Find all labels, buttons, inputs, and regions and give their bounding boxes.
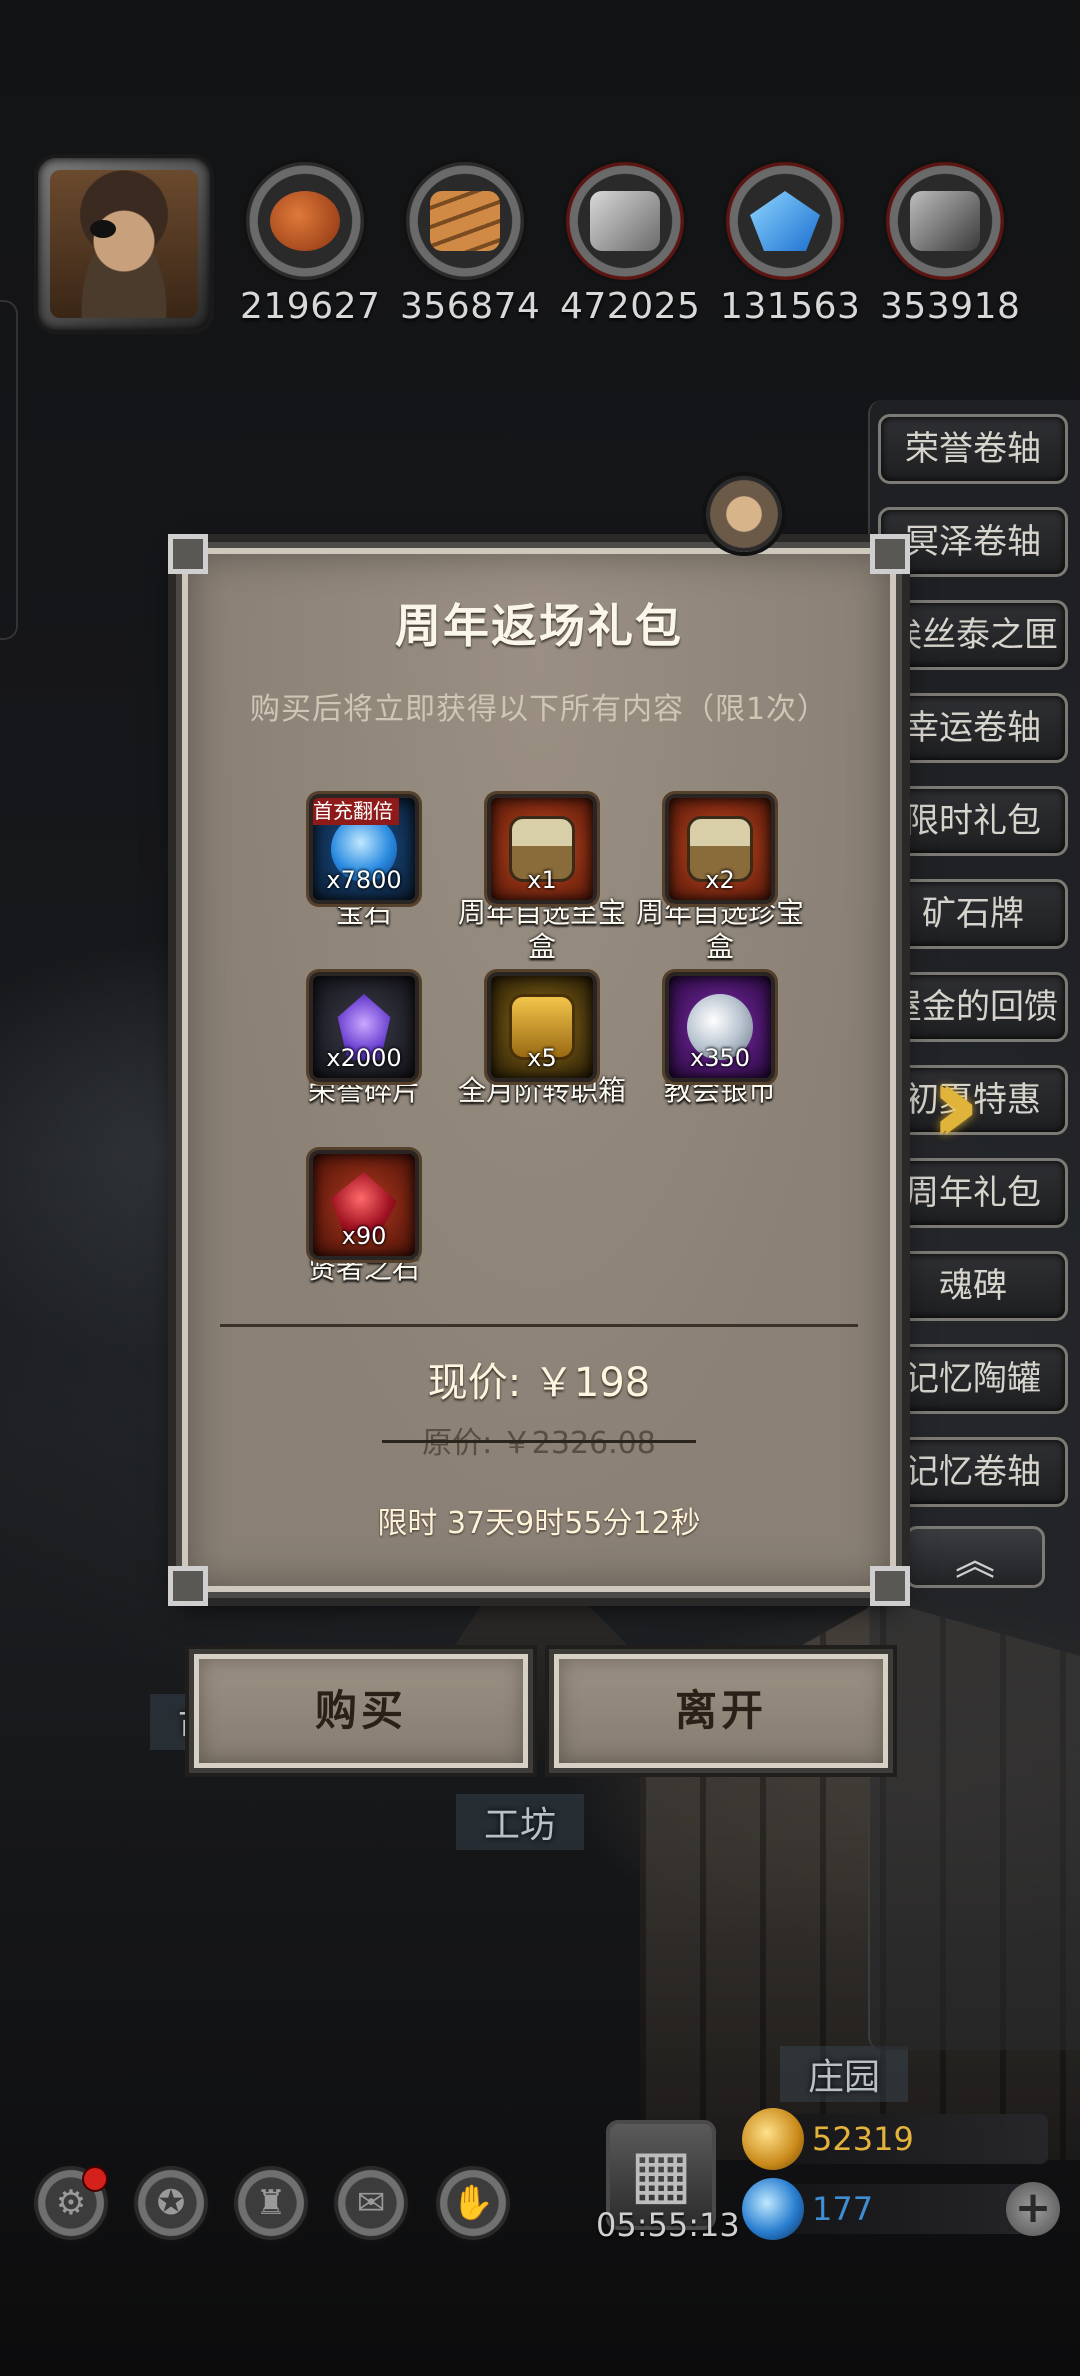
resource-wood[interactable]: 356874: [400, 162, 541, 327]
crystal-icon: [726, 162, 844, 280]
mail-icon[interactable]: ✉: [334, 2166, 408, 2240]
player-avatar[interactable]: [38, 158, 210, 330]
side-item-gold-reward[interactable]: 屋金的回馈: [878, 972, 1068, 1042]
dialog-title: 周年返场礼包: [395, 599, 683, 653]
item-quantity: x7800: [326, 866, 402, 894]
map-label-manor[interactable]: 庄园: [780, 2046, 909, 2102]
side-item-honor-scroll[interactable]: 荣誉卷轴: [878, 414, 1068, 484]
portrait-icon: [50, 170, 198, 318]
gold-counter: 52319: [742, 2108, 1048, 2170]
resource-iron[interactable]: 472025: [560, 162, 701, 327]
side-item-memory-scroll[interactable]: 记忆卷轴: [878, 1437, 1068, 1507]
chevron-up-icon: ︽: [955, 1538, 995, 1584]
side-item-ore-card[interactable]: 矿石牌: [878, 879, 1068, 949]
side-item-lucky-scroll[interactable]: 幸运卷轴: [878, 693, 1068, 763]
notification-dot: [84, 2168, 106, 2190]
wood-planks-icon: [406, 162, 524, 280]
side-item-limited-pack[interactable]: 限时礼包: [878, 786, 1068, 856]
reward-item-gem[interactable]: 首充翻倍 x7800 宝石: [274, 794, 454, 930]
item-name: 周年自选珍宝盒: [635, 896, 804, 963]
frame-corner: [870, 1566, 910, 1606]
item-quantity: x90: [341, 1222, 387, 1250]
frame-corner: [168, 1566, 208, 1606]
original-price: 原价: ￥2326.08: [188, 1418, 890, 1462]
reward-item-class-change-box[interactable]: x5 全月阶转职箱: [452, 972, 632, 1108]
reward-item-honor-shard[interactable]: x2000 荣誉碎片: [274, 972, 454, 1108]
item-name: 周年自选至宝盒: [457, 896, 626, 963]
gem-amount: 177: [812, 2190, 874, 2228]
scroll-icon[interactable]: [706, 476, 782, 552]
dialog-subtitle: 购买后将立即获得以下所有内容（限1次）: [249, 692, 829, 727]
item-quantity: x2000: [326, 1044, 402, 1072]
side-item-memory-jar[interactable]: 记忆陶罐: [878, 1344, 1068, 1414]
frame-corner: [870, 534, 910, 574]
side-item-soul-stele[interactable]: 魂碑: [878, 1251, 1068, 1321]
current-price: 现价: ￥198: [427, 1360, 651, 1406]
side-item-summer-sale[interactable]: 初夏特惠: [878, 1065, 1068, 1135]
iron-ingot-icon: [566, 162, 684, 280]
resource-steel[interactable]: 353918: [880, 162, 1021, 327]
frame-corner: [168, 534, 208, 574]
star-badge-icon[interactable]: ✪: [134, 2166, 208, 2240]
map-label-workshop[interactable]: 工坊: [456, 1794, 585, 1850]
castle-icon[interactable]: ♜: [234, 2166, 308, 2240]
collapse-menu-button[interactable]: ︽: [905, 1526, 1045, 1588]
meat-icon: [246, 162, 364, 280]
side-item-estelle-box[interactable]: 埃丝泰之匣: [878, 600, 1068, 670]
side-item-anniversary-pack[interactable]: 周年礼包: [878, 1158, 1068, 1228]
leave-button[interactable]: 离开: [549, 1649, 893, 1773]
resource-value: 353918: [880, 286, 1021, 327]
resource-value: 356874: [400, 286, 541, 327]
first-charge-double-badge: 首充翻倍: [313, 798, 399, 825]
item-quantity: x350: [689, 1044, 750, 1072]
item-quantity: x2: [705, 866, 735, 894]
resource-food[interactable]: 219627: [240, 162, 381, 327]
item-quantity: x1: [527, 866, 557, 894]
dialog-divider: [220, 1324, 858, 1327]
handshake-icon[interactable]: ✋: [436, 2166, 510, 2240]
gold-amount: 52319: [812, 2120, 914, 2158]
limited-time-countdown: 限时 37天9时55分12秒: [377, 1506, 701, 1541]
gift-pack-dialog: 周年返场礼包 购买后将立即获得以下所有内容（限1次） 首充翻倍 x7800 宝石…: [168, 534, 910, 1606]
gold-coin-icon: [742, 2108, 804, 2170]
gem-counter: 177: [742, 2178, 1048, 2240]
buy-button[interactable]: 购买: [189, 1649, 533, 1773]
steel-bar-icon: [886, 162, 1004, 280]
gem-icon: [742, 2178, 804, 2240]
resource-value: 219627: [240, 286, 381, 327]
resource-value: 131563: [720, 286, 861, 327]
gift-timer: 05:55:13: [596, 2206, 740, 2244]
reward-item-anniv-treasure-box[interactable]: x2 周年自选珍宝盒: [630, 794, 810, 964]
reward-item-sage-stone[interactable]: x90 贤者之石: [274, 1150, 454, 1286]
left-drawer-handle[interactable]: [0, 300, 18, 640]
resource-value: 472025: [560, 286, 701, 327]
add-gems-button[interactable]: +: [1006, 2182, 1060, 2236]
reward-item-church-silver[interactable]: x350 教会银币: [630, 972, 810, 1108]
highlight-chevron-icon: ››: [930, 1040, 979, 1168]
item-quantity: x5: [527, 1044, 557, 1072]
resource-crystal[interactable]: 131563: [720, 162, 861, 327]
reward-item-anniv-supreme-box[interactable]: x1 周年自选至宝盒: [452, 794, 632, 964]
